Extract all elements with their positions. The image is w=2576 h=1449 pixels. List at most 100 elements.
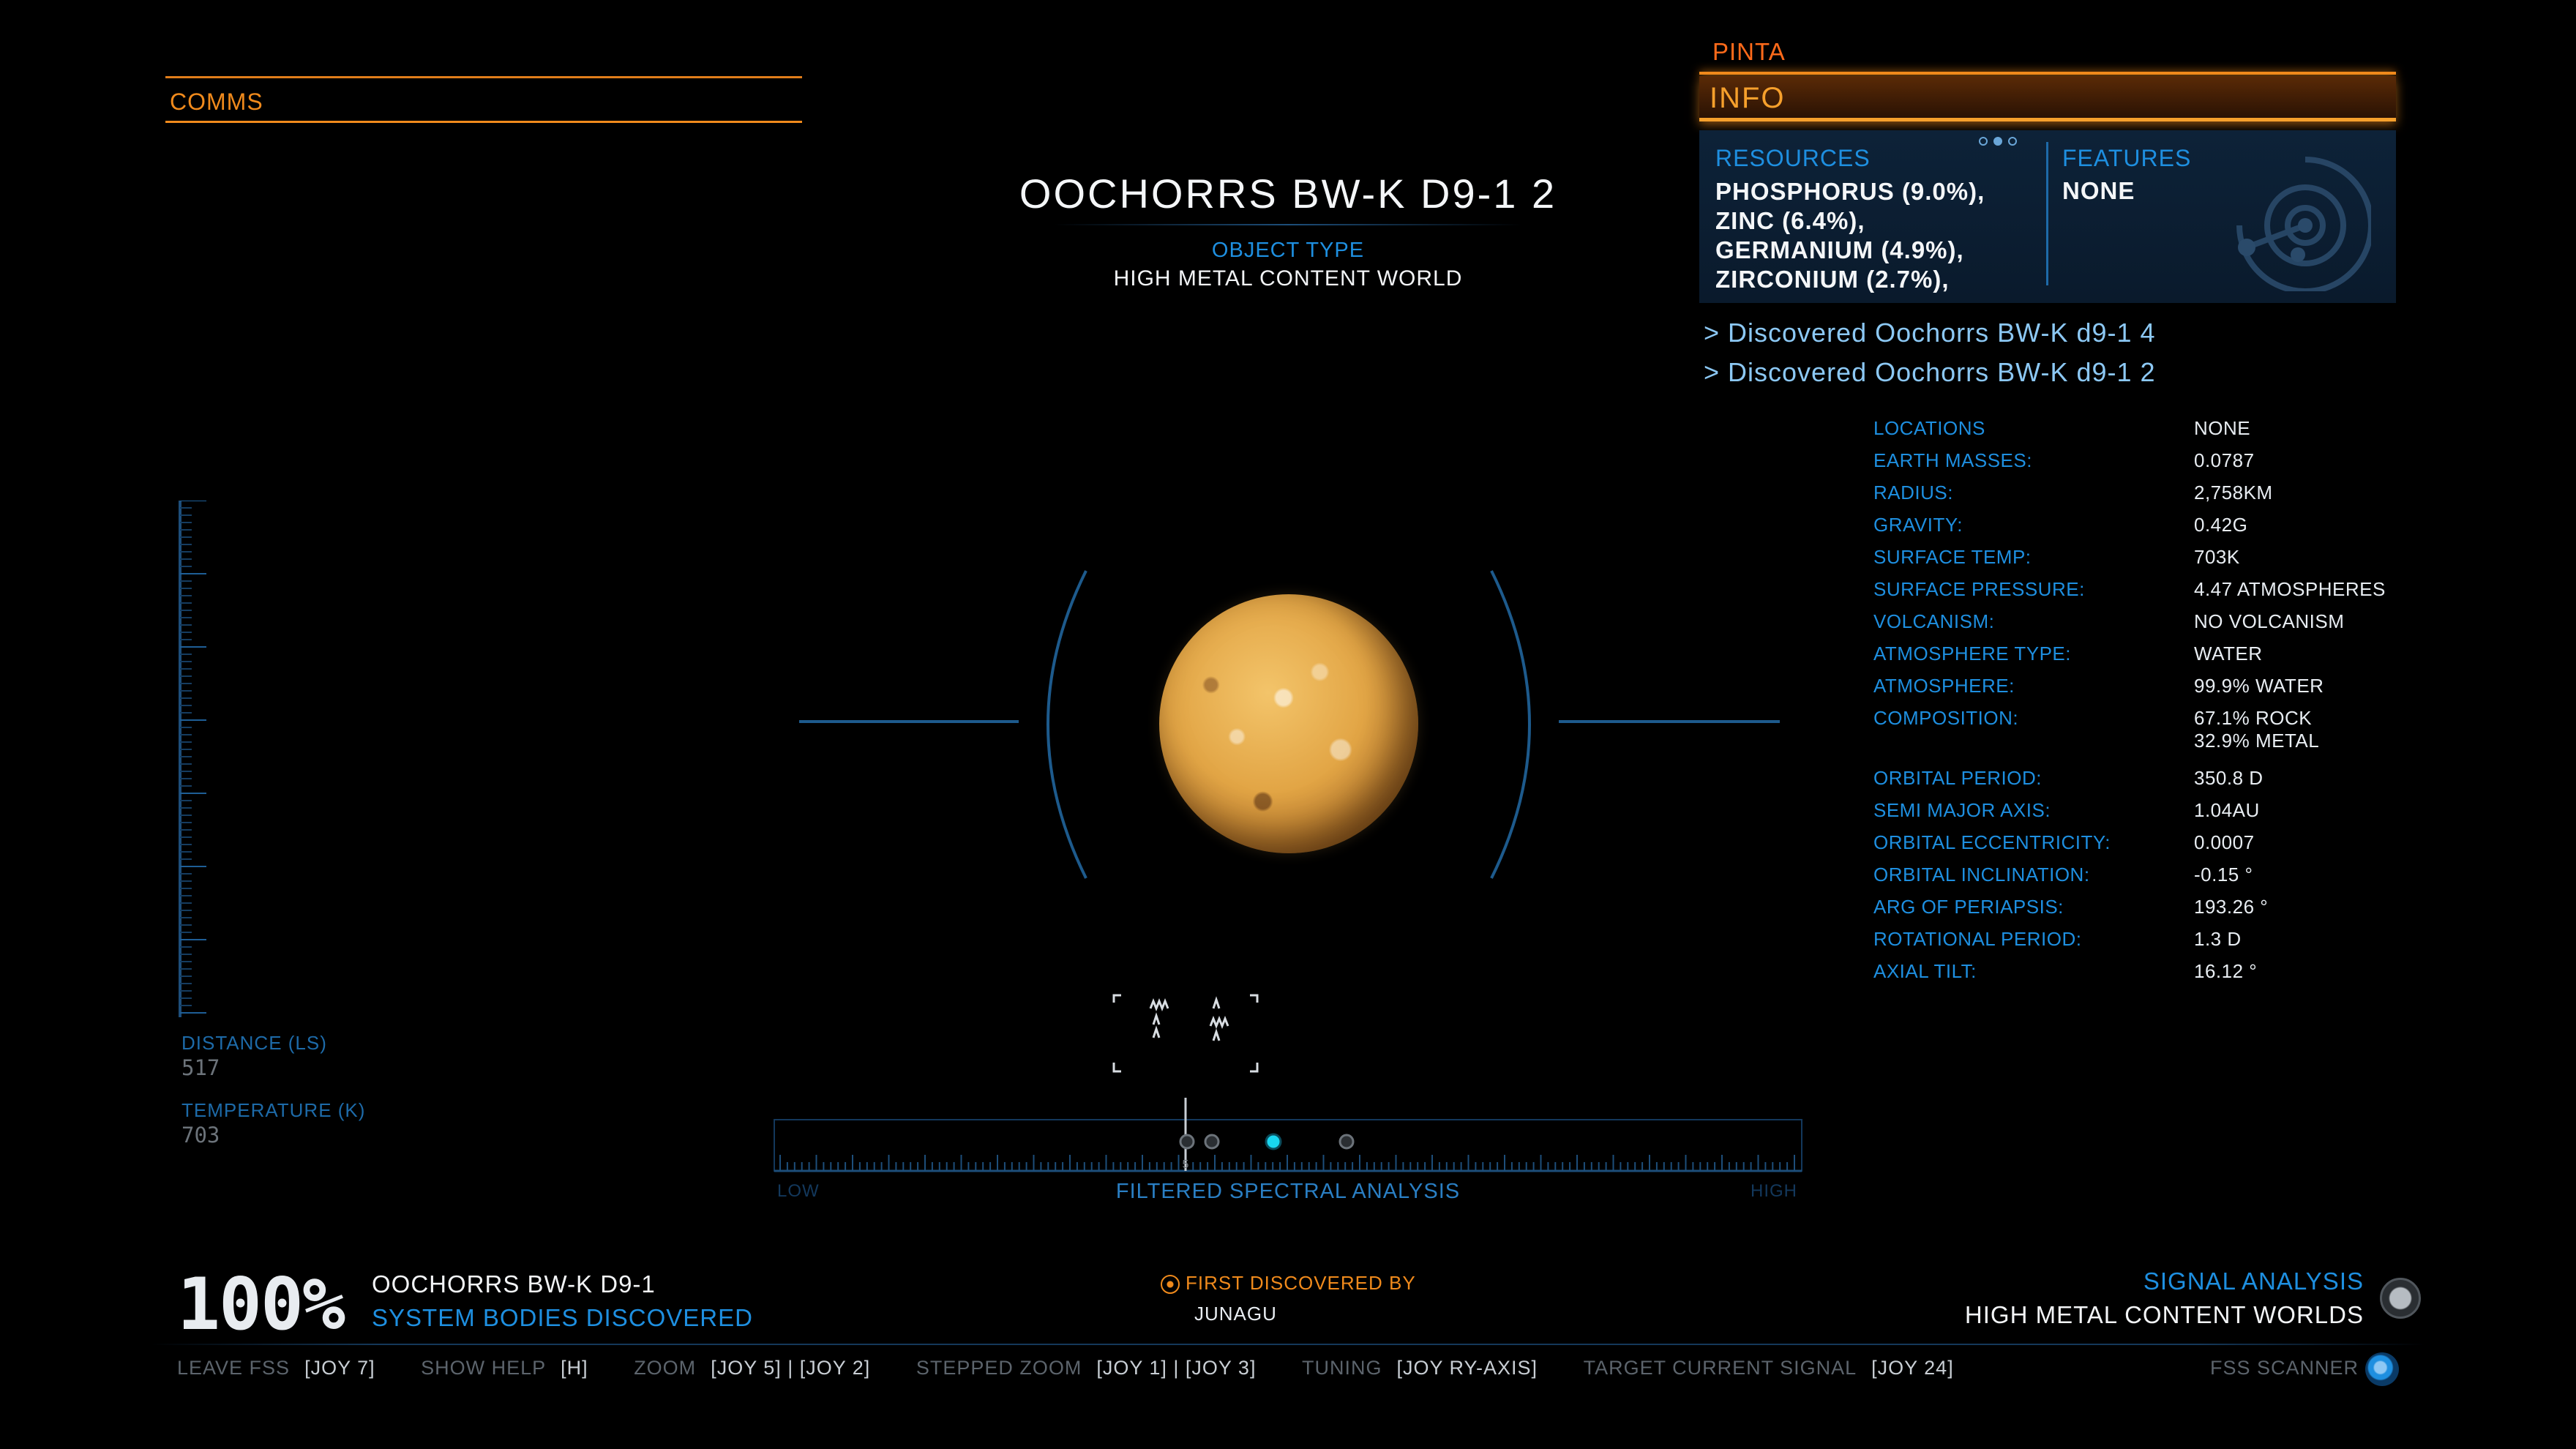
stat-key: AXIAL TILT:	[1873, 960, 1977, 982]
control-key: [JOY 7]	[304, 1357, 375, 1379]
planet-render[interactable]	[1159, 594, 1418, 853]
control-action: STEPPED ZOOM	[916, 1357, 1082, 1379]
spectral-analysis-bar[interactable]: 5	[773, 1098, 1803, 1178]
discovery-link[interactable]: > Discovered Oochorrs BW-K d9-1 4	[1704, 318, 2156, 348]
distance-value: 517	[181, 1055, 220, 1080]
stat-value: 4.47 ATMOSPHERES	[2194, 578, 2386, 600]
control-action: ZOOM	[634, 1357, 697, 1379]
control-hint-target-signal[interactable]: TARGET CURRENT SIGNAL [JOY 24]	[1584, 1357, 1954, 1379]
control-hint-tuning[interactable]: TUNING [JOY RY-AXIS]	[1302, 1357, 1538, 1379]
stat-key: ATMOSPHERE TYPE:	[1873, 643, 2071, 664]
page-indicator[interactable]	[1976, 136, 2020, 149]
first-discovered: FIRST DISCOVERED BY	[1161, 1272, 1416, 1295]
stat-row: ATMOSPHERE: 99.9% WATER	[1873, 675, 2430, 707]
fss-scanner-icon[interactable]	[2365, 1352, 2399, 1386]
stat-value: NONE	[2194, 417, 2251, 439]
page-dot[interactable]	[1979, 137, 1988, 146]
system-name: OOCHORRS BW-K D9-1	[372, 1270, 656, 1298]
bottom-divider	[151, 1344, 2425, 1345]
stat-value: 0.0787	[2194, 449, 2255, 471]
stat-key: GRAVITY:	[1873, 514, 1963, 536]
signal-analysis-value: HIGH METAL CONTENT WORLDS	[1964, 1301, 2364, 1328]
distance-label: DISTANCE (LS)	[181, 1032, 327, 1054]
signal-analysis-icon	[2380, 1278, 2421, 1319]
control-key: [JOY 1] | [JOY 3]	[1096, 1357, 1257, 1379]
resource-item: PHOSPHORUS (9.0%),	[1715, 178, 1985, 205]
signal-target-icon	[1112, 994, 1259, 1073]
tab-info[interactable]: INFO	[1699, 76, 2396, 121]
signal-analysis-label: SIGNAL ANALYSIS	[2143, 1268, 2364, 1295]
stat-key: ORBITAL PERIOD:	[1873, 767, 2042, 789]
stat-key: SURFACE PRESSURE:	[1873, 578, 2085, 600]
body-stats-table: LOCATIONS NONE EARTH MASSES: 0.0787 RADIUS…	[1873, 417, 2430, 992]
stat-value: 67.1% ROCK 32.9% METAL	[2194, 707, 2319, 767]
stat-row: SURFACE TEMP: 703K	[1873, 546, 2430, 578]
title-divider	[1054, 224, 1522, 225]
stat-value: 2,758KM	[2194, 482, 2273, 503]
stat-row: SURFACE PRESSURE: 4.47 ATMOSPHERES	[1873, 578, 2430, 610]
stat-value: 1.04AU	[2194, 799, 2260, 821]
stat-key: SEMI MAJOR AXIS:	[1873, 799, 2051, 821]
stat-value: 99.9% WATER	[2194, 675, 2324, 697]
signal-dot-active	[1265, 1133, 1282, 1150]
control-hint-stepped-zoom[interactable]: STEPPED ZOOM [JOY 1] | [JOY 3]	[916, 1357, 1257, 1379]
body-name-title: OOCHORRS BW-K D9-1 2	[1019, 171, 1557, 217]
stat-key: ORBITAL INCLINATION:	[1873, 864, 2090, 886]
resource-item: GERMANIUM (4.9%),	[1715, 236, 1964, 263]
control-action: LEAVE FSS	[177, 1357, 291, 1379]
stat-value: WATER	[2194, 643, 2263, 664]
temperature-label: TEMPERATURE (K)	[181, 1099, 366, 1121]
stat-row: ARG OF PERIAPSIS: 193.26 °	[1873, 896, 2430, 928]
discovery-percent: 100%	[177, 1263, 345, 1347]
page-dot-active[interactable]	[1993, 137, 2002, 146]
control-key: [JOY 5] | [JOY 2]	[711, 1357, 871, 1379]
spectral-high-label: HIGH	[1751, 1181, 1797, 1201]
control-hint-zoom[interactable]: ZOOM [JOY 5] | [JOY 2]	[634, 1357, 870, 1379]
stat-row: ROTATIONAL PERIOD: 1.3 D	[1873, 928, 2430, 960]
discoverer-name: JUNAGU	[1194, 1303, 1277, 1325]
stat-value-line: 32.9% METAL	[2194, 730, 2320, 752]
stat-key: SURFACE TEMP:	[1873, 546, 2032, 568]
resources-list: PHOSPHORUS (9.0%), ZINC (6.4%), GERMANIU…	[1715, 177, 1985, 294]
discoverer-icon	[1161, 1275, 1180, 1295]
resource-item: ZIRCONIUM (2.7%),	[1715, 266, 1950, 293]
spectral-needle-mark: 5	[1183, 1158, 1189, 1171]
discovery-link[interactable]: > Discovered Oochorrs BW-K d9-1 2	[1704, 357, 2156, 388]
system-bodies-caption: SYSTEM BODIES DISCOVERED	[372, 1304, 753, 1331]
control-action: TUNING	[1301, 1357, 1382, 1379]
page-dot[interactable]	[2008, 137, 2017, 146]
stat-row: ATMOSPHERE TYPE: WATER	[1873, 643, 2430, 675]
stat-row: ORBITAL INCLINATION: -0.15 °	[1873, 864, 2430, 896]
stat-key: VOLCANISM:	[1873, 610, 1995, 632]
control-key: [JOY RY-AXIS]	[1396, 1357, 1538, 1379]
control-hint-leave-fss[interactable]: LEAVE FSS [JOY 7]	[177, 1357, 375, 1379]
object-type-value: HIGH METAL CONTENT WORLD	[1113, 266, 1463, 291]
stat-row: AXIAL TILT: 16.12 °	[1873, 960, 2430, 992]
ship-name: PINTA	[1712, 38, 1786, 65]
stat-value: 350.8 D	[2194, 767, 2264, 789]
resource-item: ZINC (6.4%),	[1715, 207, 1865, 234]
stat-value: 1.3 D	[2194, 928, 2242, 950]
temperature-value: 703	[181, 1123, 220, 1147]
stat-key: RADIUS:	[1873, 482, 1953, 503]
stat-key: LOCATIONS	[1873, 417, 1985, 439]
features-title: FEATURES	[2062, 145, 2192, 171]
stat-value: 0.42G	[2194, 514, 2248, 536]
panel-divider	[2046, 142, 2048, 285]
stat-row: COMPOSITION: 67.1% ROCK 32.9% METAL	[1873, 707, 2430, 767]
control-action: SHOW HELP	[421, 1357, 547, 1379]
control-hints: LEAVE FSS [JOY 7] SHOW HELP [H] ZOOM [JOY 5…	[177, 1357, 1993, 1379]
stat-value-line: 67.1% ROCK	[2194, 707, 2313, 729]
comms-panel[interactable]: COMMS	[165, 76, 802, 123]
control-hint-show-help[interactable]: SHOW HELP [H]	[421, 1357, 588, 1379]
signal-dot	[1338, 1134, 1355, 1150]
zoom-scale	[179, 501, 206, 1017]
stat-row: RADIUS: 2,758KM	[1873, 482, 2430, 514]
first-discovered-label: FIRST DISCOVERED BY	[1186, 1272, 1416, 1294]
stat-row: VOLCANISM: NO VOLCANISM	[1873, 610, 2430, 643]
stat-key: EARTH MASSES:	[1873, 449, 2032, 471]
spectral-low-label: LOW	[777, 1181, 820, 1201]
control-key: [JOY 24]	[1871, 1357, 1954, 1379]
stat-value: NO VOLCANISM	[2194, 610, 2345, 632]
tab-info-label: INFO	[1710, 82, 1786, 114]
